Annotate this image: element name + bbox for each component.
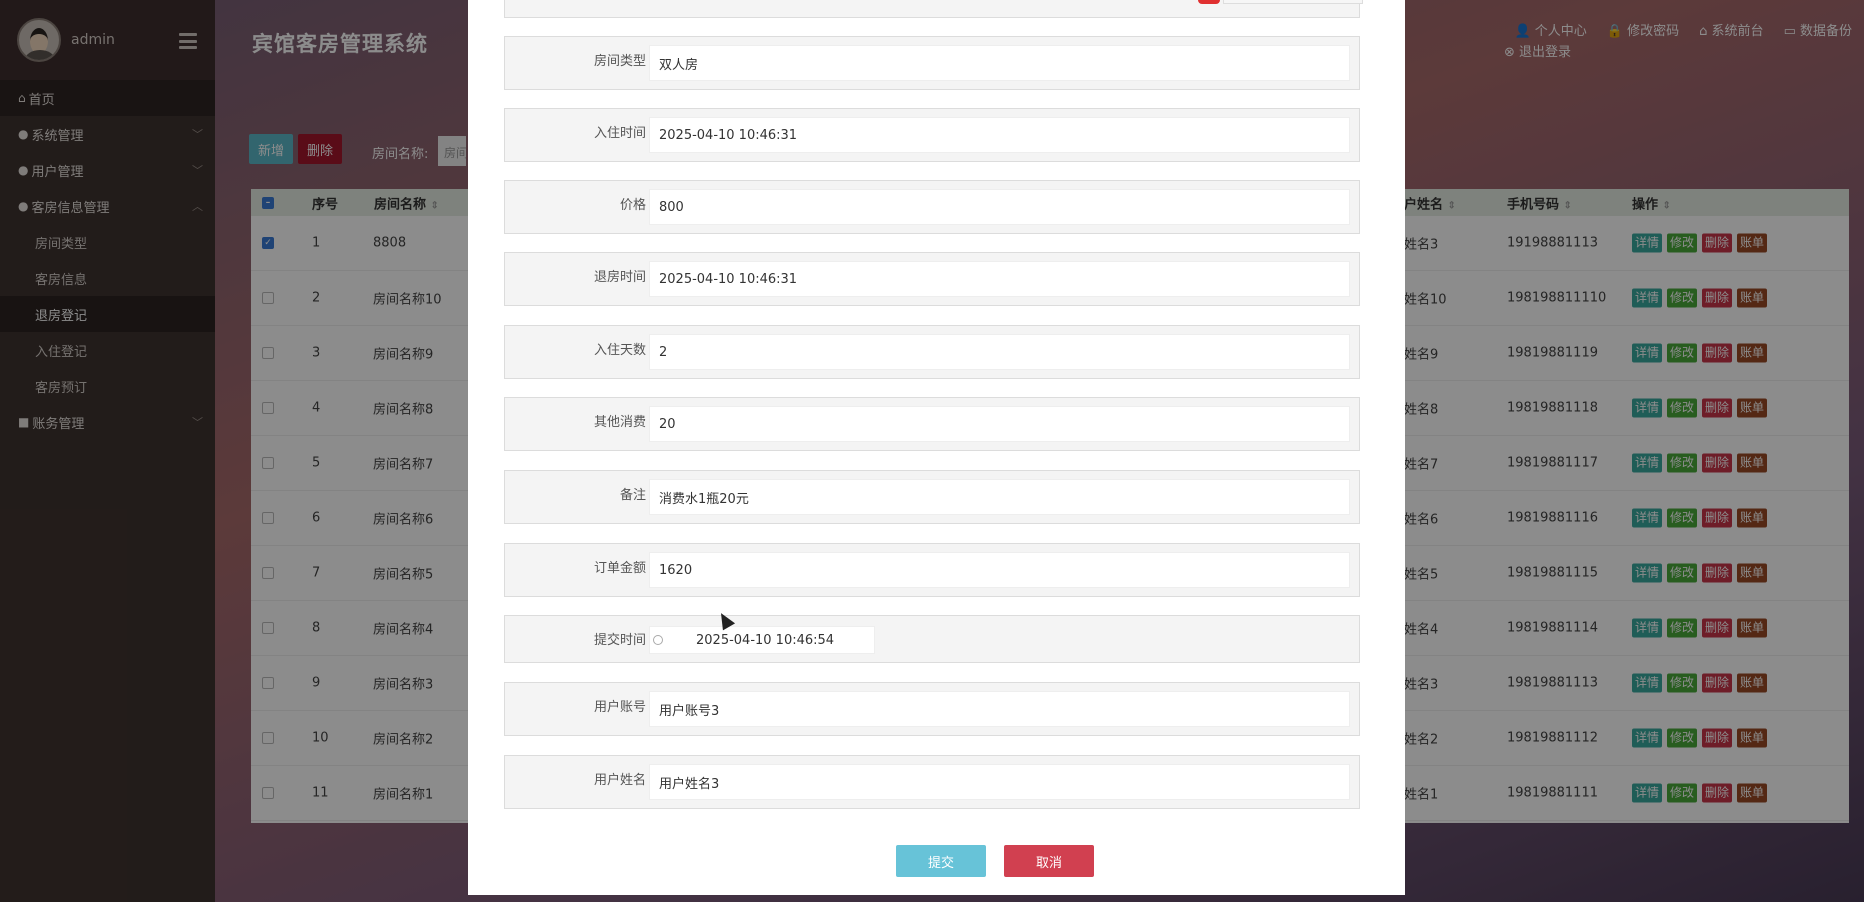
field-value: 20	[659, 416, 676, 432]
field-value: 用户姓名3	[659, 776, 720, 792]
field-value: 2025-04-10 10:46:31	[659, 271, 798, 287]
form-row: 用户姓名 用户姓名3	[504, 755, 1360, 809]
field-label: 退房时间	[593, 270, 646, 285]
form-row: 备注 消费水1瓶20元	[504, 470, 1360, 524]
scroll-indicator-track	[1223, 0, 1363, 4]
field-label: 入住时间	[593, 126, 646, 141]
scroll-indicator	[1198, 0, 1220, 4]
form-row: 其他消费 20	[504, 397, 1360, 451]
field-value: 用户账号3	[659, 703, 720, 719]
submit-time-picker[interactable]: 2025-04-10 10:46:54	[649, 626, 875, 654]
field-label: 其他消费	[593, 415, 646, 430]
form-row: 提交时间 2025-04-10 10:46:54	[504, 615, 1360, 663]
field-label: 入住天数	[593, 343, 646, 358]
form-row: 价格 800	[504, 180, 1360, 234]
cancel-button[interactable]: 取消	[1004, 845, 1094, 877]
form-row: 用户账号 用户账号3	[504, 682, 1360, 736]
field-input[interactable]: 消费水1瓶20元	[649, 479, 1350, 515]
field-input[interactable]: 2025-04-10 10:46:31	[649, 117, 1350, 153]
form-row: 入住时间 2025-04-10 10:46:31	[504, 108, 1360, 162]
form-row: 房间类型 双人房	[504, 36, 1360, 90]
field-value: 800	[659, 199, 684, 215]
field-input[interactable]: 800	[649, 189, 1350, 225]
field-label: 提交时间	[593, 633, 646, 648]
clock-icon	[653, 635, 663, 645]
submit-button[interactable]: 提交	[896, 845, 986, 877]
field-input[interactable]: 2	[649, 334, 1350, 370]
field-value: 1620	[659, 562, 693, 578]
field-input[interactable]: 用户姓名3	[649, 764, 1350, 800]
form-row: 退房时间 2025-04-10 10:46:31	[504, 252, 1360, 306]
field-input[interactable]: 2025-04-10 10:46:31	[649, 261, 1350, 297]
field-value: 消费水1瓶20元	[659, 491, 749, 507]
edit-modal: 房间类型 双人房入住时间 2025-04-10 10:46:31 价格 800 退房时间 2…	[468, 0, 1405, 895]
field-label: 房间类型	[593, 54, 646, 69]
field-label: 订单金额	[593, 561, 646, 576]
field-input[interactable]: 双人房	[649, 45, 1350, 81]
field-value: 双人房	[659, 57, 699, 73]
field-input[interactable]: 20	[649, 406, 1350, 442]
field-input[interactable]: 用户账号3	[649, 691, 1350, 727]
field-label: 备注	[619, 488, 646, 503]
form-row: 订单金额 1620	[504, 543, 1360, 597]
form-row: 入住天数 2	[504, 325, 1360, 379]
field-value: 2025-04-10 10:46:31	[659, 127, 798, 143]
field-input[interactable]: 1620	[649, 552, 1350, 588]
field-value: 2025-04-10 10:46:54	[696, 632, 835, 648]
field-label: 用户姓名	[593, 773, 646, 788]
field-value: 2	[659, 344, 668, 360]
field-label: 用户账号	[593, 700, 646, 715]
field-label: 价格	[619, 198, 646, 213]
